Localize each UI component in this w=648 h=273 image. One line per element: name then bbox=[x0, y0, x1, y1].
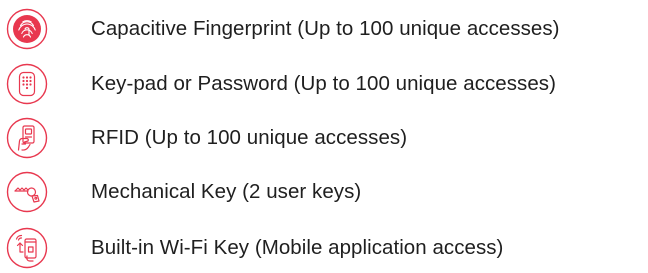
feature-item-rfid: RFID (Up to 100 unique accesses) bbox=[0, 114, 648, 162]
feature-label: Mechanical Key (2 user keys) bbox=[91, 180, 362, 203]
feature-item-keypad: Key-pad or Password (Up to 100 unique ac… bbox=[0, 60, 648, 108]
feature-item-mechanical-key: Mechanical Key (2 user keys) bbox=[0, 168, 648, 216]
feature-label: Key-pad or Password (Up to 100 unique ac… bbox=[91, 72, 556, 95]
feature-item-fingerprint: Capacitive Fingerprint (Up to 100 unique… bbox=[0, 5, 648, 53]
feature-list: Capacitive Fingerprint (Up to 100 unique… bbox=[0, 0, 648, 273]
feature-item-wifi-key: Built-in Wi-Fi Key (Mobile application a… bbox=[0, 224, 648, 272]
wifi-phone-icon bbox=[6, 227, 48, 269]
rfid-card-icon bbox=[6, 117, 48, 159]
keypad-icon bbox=[6, 63, 48, 105]
feature-label: Capacitive Fingerprint (Up to 100 unique… bbox=[91, 17, 560, 40]
feature-label: Built-in Wi-Fi Key (Mobile application a… bbox=[91, 236, 504, 259]
feature-label: RFID (Up to 100 unique accesses) bbox=[91, 126, 408, 149]
fingerprint-icon bbox=[6, 8, 48, 50]
mechanical-key-icon bbox=[6, 171, 48, 213]
